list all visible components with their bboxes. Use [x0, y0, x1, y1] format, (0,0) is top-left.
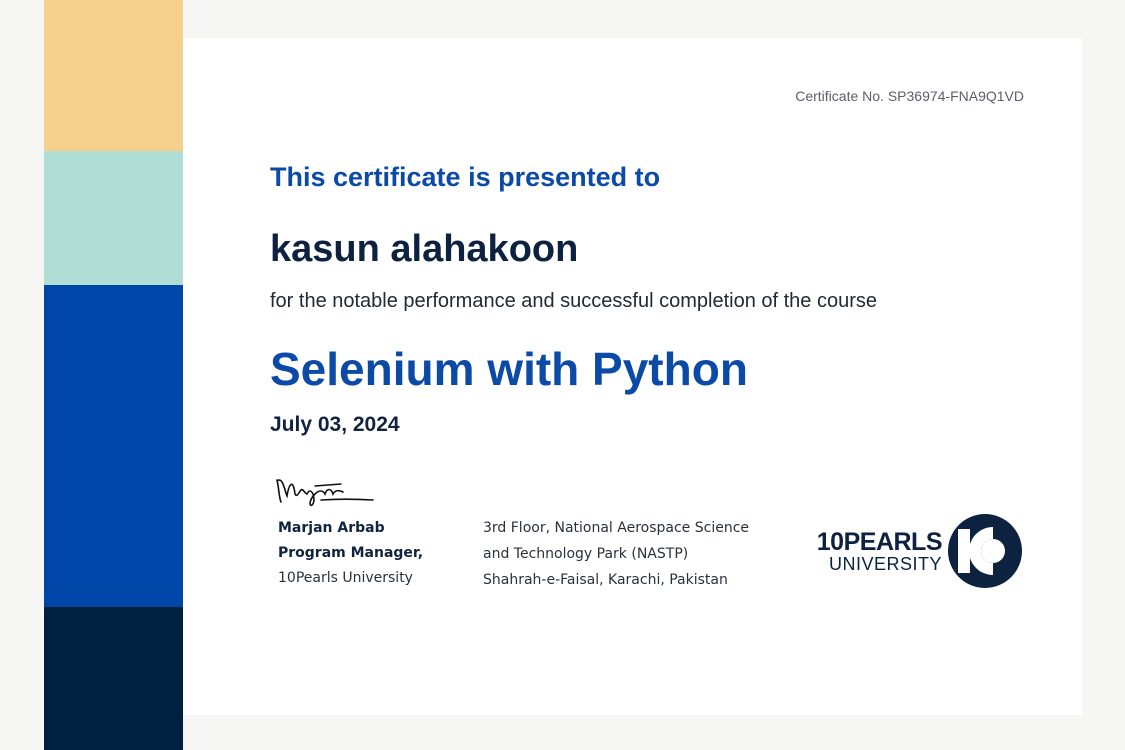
- certificate-heading: This certificate is presented to: [270, 162, 661, 192]
- color-stripe-mint: [44, 151, 183, 285]
- signer-block: Marjan Arbab Program Manager, 10Pearls U…: [278, 516, 423, 591]
- signer-title: Program Manager,: [278, 545, 424, 561]
- recipient-name: kasun alahakoon: [270, 228, 579, 270]
- university-logo: 10PEARLS UNIVERSITY: [802, 513, 1024, 593]
- address-line: 3rd Floor, National Aerospace Science: [483, 520, 750, 536]
- course-title: Selenium with Python: [270, 343, 748, 395]
- completion-date: July 03, 2024: [270, 413, 400, 436]
- color-stripe-navy: [44, 607, 183, 750]
- color-stripe-blue: [44, 285, 183, 607]
- certificate-number: Certificate No. SP36974-FNA9Q1VD: [795, 88, 1024, 104]
- signature-icon: [276, 479, 374, 507]
- logo-line-1: 10PEARLS: [816, 528, 943, 556]
- signer-organization: 10Pearls University: [278, 570, 413, 586]
- 10-logo-icon: [948, 514, 1022, 588]
- logo-wordmark: 10PEARLS UNIVERSITY: [802, 528, 943, 574]
- address-block: 3rd Floor, National Aerospace Science an…: [483, 515, 749, 593]
- signer-name: Marjan Arbab: [278, 520, 385, 536]
- address-line: and Technology Park (NASTP): [483, 546, 689, 562]
- certificate-card: Certificate No. SP36974-FNA9Q1VD This ce…: [183, 38, 1082, 715]
- completion-reason: for the notable performance and successf…: [270, 290, 878, 312]
- logo-line-2: UNIVERSITY: [828, 554, 942, 574]
- address-line: Shahrah-e-Faisal, Karachi, Pakistan: [483, 572, 728, 588]
- color-stripe-yellow: [44, 0, 183, 151]
